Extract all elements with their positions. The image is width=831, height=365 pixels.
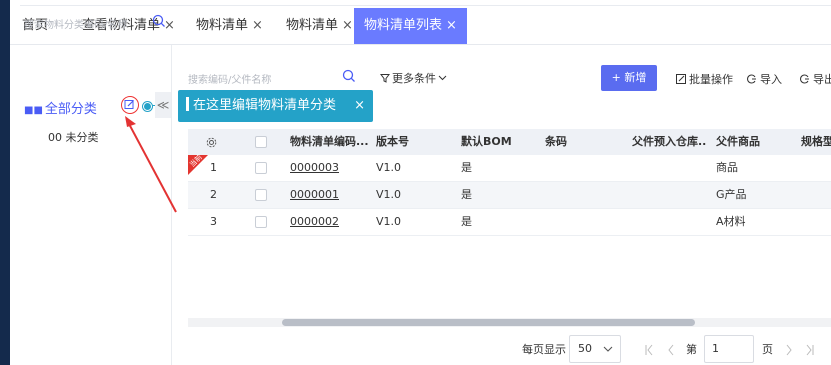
column-header[interactable]: 物料清单编码...	[290, 129, 368, 155]
table-row[interactable]: 3 0000002 V1.0 是 A材料	[188, 209, 831, 236]
close-icon[interactable]: ×	[342, 18, 353, 33]
tab-bom-2[interactable]: 物料清单 ×	[286, 8, 353, 44]
collapse-sidebar-button[interactable]: ≪	[155, 92, 171, 118]
category-all[interactable]: ■■ 全部分类	[24, 98, 97, 117]
export-icon	[800, 74, 809, 84]
tooltip-close-icon[interactable]: ×	[354, 90, 365, 122]
edit-icon	[124, 100, 134, 109]
more-conditions-button[interactable]: 更多条件	[380, 70, 447, 86]
category-search-input[interactable]: 搜索物料分类编码/名称	[24, 16, 127, 31]
import-button[interactable]: 导入	[747, 71, 782, 87]
bom-code-link[interactable]: 0000002	[290, 209, 339, 235]
per-page-label: 每页显示	[522, 343, 566, 356]
export-button[interactable]: 导出	[800, 71, 831, 87]
batch-operation-button[interactable]: 批量操作	[676, 71, 733, 87]
scrollbar-thumb[interactable]	[282, 319, 695, 326]
column-header[interactable]: 父件预入仓库...	[632, 129, 706, 155]
close-icon[interactable]: ×	[446, 18, 457, 33]
prev-page-icon[interactable]	[667, 344, 675, 356]
last-page-icon[interactable]	[806, 344, 814, 356]
bom-code-link[interactable]: 0000001	[290, 182, 339, 208]
batch-edit-icon	[676, 74, 686, 84]
next-page-icon[interactable]	[785, 344, 793, 356]
column-header[interactable]: 默认BOM	[461, 129, 512, 155]
table-header: 物料清单编码... 版本号 默认BOM 条码 父件预入仓库... 父件商品 规格…	[188, 129, 831, 155]
bom-code-link[interactable]: 0000003	[290, 155, 339, 181]
row-checkbox[interactable]	[255, 189, 267, 201]
import-icon	[747, 74, 756, 84]
table-row[interactable]: 2 0000001 V1.0 是 G产品	[188, 182, 831, 209]
per-page-select[interactable]: 50	[569, 335, 621, 363]
tooltip-anchor-dot	[143, 102, 152, 111]
chevron-down-icon	[438, 75, 447, 81]
category-sidebar	[10, 45, 170, 365]
horizontal-scrollbar[interactable]	[188, 318, 831, 327]
sidebar-divider	[171, 45, 172, 365]
column-header[interactable]: 规格型	[801, 129, 831, 155]
tab-bom-list[interactable]: 物料清单列表 ×	[354, 8, 467, 44]
add-button[interactable]: + 新增	[601, 65, 657, 91]
top-strip	[10, 0, 831, 8]
category-uncategorized[interactable]: 00 未分类	[48, 129, 99, 145]
gear-icon[interactable]	[206, 137, 217, 148]
search-input[interactable]: 搜索编码/父件名称	[188, 71, 271, 86]
search-icon[interactable]	[342, 69, 356, 83]
close-icon[interactable]: ×	[252, 18, 263, 33]
guide-tooltip: 在这里编辑物料清单分类 ×	[178, 90, 373, 122]
row-checkbox[interactable]	[255, 162, 267, 174]
select-all-checkbox[interactable]	[255, 136, 267, 148]
first-page-icon[interactable]	[645, 344, 653, 356]
search-icon[interactable]	[152, 14, 166, 28]
tab-bom-1[interactable]: 物料清单 ×	[196, 8, 263, 44]
edit-category-button[interactable]	[121, 96, 139, 114]
column-header[interactable]: 条码	[545, 129, 567, 155]
table-row[interactable]: 当前 1 0000003 V1.0 是 商品	[188, 153, 831, 182]
filter-icon	[380, 74, 390, 83]
chevron-down-icon	[603, 346, 613, 352]
column-header[interactable]: 版本号	[376, 129, 409, 155]
tab-bar: 首页 查看物料清单 × 物料清单 × 物料清单 × 物料清单列表 ×	[10, 8, 831, 45]
column-header[interactable]: 父件商品	[716, 129, 760, 155]
row-checkbox[interactable]	[255, 216, 267, 228]
left-edge-panel	[0, 0, 10, 365]
page-number-input[interactable]: 1	[704, 335, 754, 363]
grid-icon: ■■	[24, 105, 43, 116]
